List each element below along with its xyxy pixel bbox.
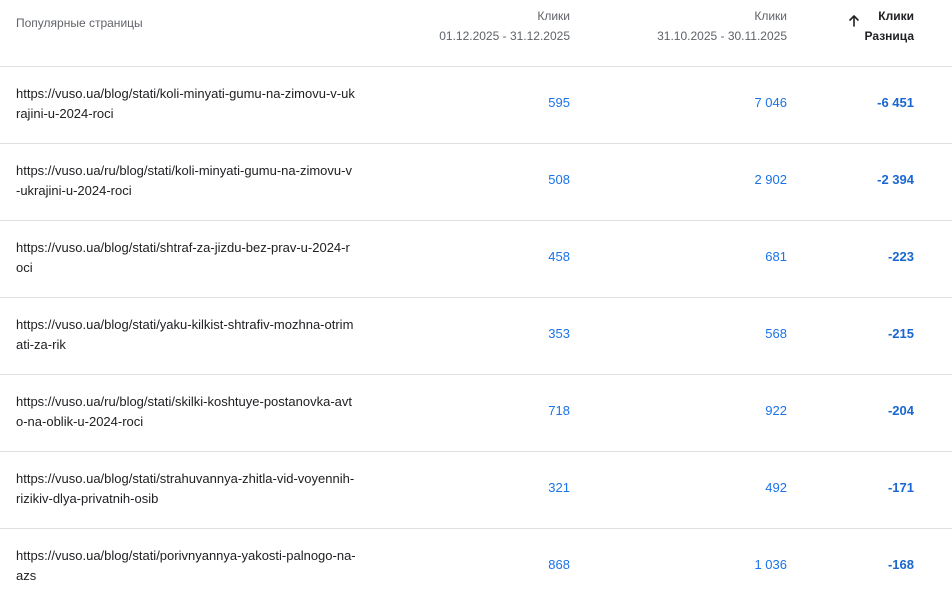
table-row[interactable]: https://vuso.ua/blog/stati/porivnyannya-…: [0, 529, 952, 605]
clicks-previous-value: 568: [765, 326, 787, 341]
top-pages-table: Популярные страницы Клики 01.12.2025 - 3…: [0, 0, 952, 605]
clicks-current-value: 718: [548, 403, 570, 418]
table-body: https://vuso.ua/blog/stati/koli-minyati-…: [0, 67, 952, 605]
table-row[interactable]: https://vuso.ua/blog/stati/strahuvannya-…: [0, 452, 952, 529]
page-url-link[interactable]: https://vuso.ua/blog/stati/koli-minyati-…: [16, 84, 356, 124]
column-sub-label: Разница: [864, 29, 914, 43]
table-row[interactable]: https://vuso.ua/blog/stati/koli-minyati-…: [0, 67, 952, 144]
column-header-pages[interactable]: Популярные страницы: [16, 16, 143, 30]
clicks-current-value: 321: [548, 480, 570, 495]
column-metric-label: Клики: [754, 9, 787, 23]
column-metric-label: Клики: [878, 9, 914, 23]
clicks-previous-value: 681: [765, 249, 787, 264]
clicks-current-value: 868: [548, 557, 570, 572]
column-period-label: 31.10.2025 - 30.11.2025: [657, 29, 787, 43]
table-row[interactable]: https://vuso.ua/ru/blog/stati/koli-minya…: [0, 144, 952, 221]
table-row[interactable]: https://vuso.ua/blog/stati/yaku-kilkist-…: [0, 298, 952, 375]
table-row[interactable]: https://vuso.ua/ru/blog/stati/skilki-kos…: [0, 375, 952, 452]
clicks-diff-value: -204: [887, 403, 914, 418]
clicks-current-value: 458: [548, 249, 570, 264]
column-metric-label: Клики: [537, 9, 570, 23]
clicks-current-value: 353: [548, 326, 570, 341]
clicks-previous-value: 1 036: [754, 557, 787, 572]
clicks-diff-value: -171: [887, 480, 914, 495]
clicks-previous-value: 7 046: [754, 95, 787, 110]
arrow-up-icon[interactable]: [846, 13, 862, 29]
page-url-link[interactable]: https://vuso.ua/ru/blog/stati/koli-minya…: [16, 161, 356, 201]
clicks-previous-value: 492: [765, 480, 787, 495]
clicks-current-value: 508: [548, 172, 570, 187]
column-header-clicks-current[interactable]: Клики 01.12.2025 - 31.12.2025: [439, 6, 570, 46]
column-period-label: 01.12.2025 - 31.12.2025: [439, 29, 570, 43]
table-header: Популярные страницы Клики 01.12.2025 - 3…: [0, 0, 952, 67]
clicks-diff-value: -215: [887, 326, 914, 341]
page-url-link[interactable]: https://vuso.ua/ru/blog/stati/skilki-kos…: [16, 392, 356, 432]
clicks-previous-value: 2 902: [754, 172, 787, 187]
page-url-link[interactable]: https://vuso.ua/blog/stati/shtraf-za-jiz…: [16, 238, 356, 278]
page-url-link[interactable]: https://vuso.ua/blog/stati/porivnyannya-…: [16, 546, 356, 586]
column-header-clicks-previous[interactable]: Клики 31.10.2025 - 30.11.2025: [657, 6, 787, 46]
clicks-diff-value: -168: [887, 557, 914, 572]
page-url-link[interactable]: https://vuso.ua/blog/stati/yaku-kilkist-…: [16, 315, 356, 355]
clicks-current-value: 595: [548, 95, 570, 110]
clicks-previous-value: 922: [765, 403, 787, 418]
table-row[interactable]: https://vuso.ua/blog/stati/shtraf-za-jiz…: [0, 221, 952, 298]
page-url-link[interactable]: https://vuso.ua/blog/stati/strahuvannya-…: [16, 469, 356, 509]
column-header-clicks-diff[interactable]: Клики Разница: [865, 6, 914, 46]
clicks-diff-value: -6 451: [877, 95, 914, 110]
clicks-diff-value: -223: [887, 249, 914, 264]
clicks-diff-value: -2 394: [877, 172, 914, 187]
